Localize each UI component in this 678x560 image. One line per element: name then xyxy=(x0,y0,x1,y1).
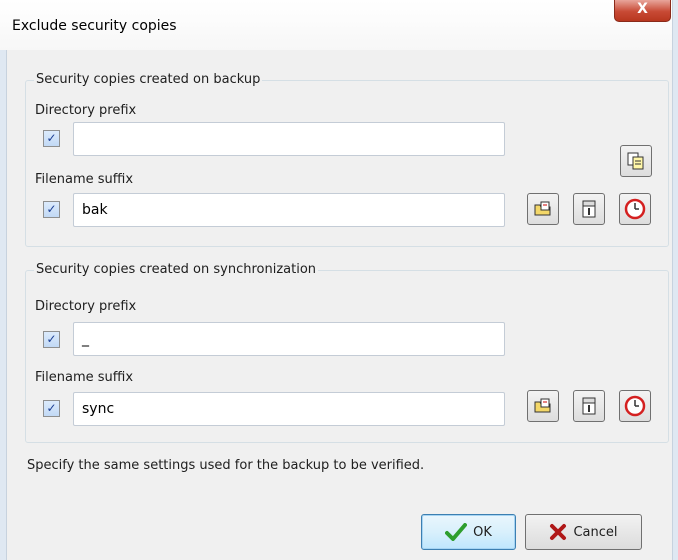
backup-calendar-button[interactable] xyxy=(573,193,605,225)
sync-group-title: Security copies created on synchronizati… xyxy=(34,262,319,277)
backup-suffix-input[interactable]: bak xyxy=(73,193,505,227)
ok-button[interactable]: OK xyxy=(421,514,516,550)
ok-label: OK xyxy=(473,524,492,540)
folder-date-icon xyxy=(534,201,551,216)
backup-clock-button[interactable] xyxy=(619,193,651,225)
clock-icon xyxy=(624,198,646,220)
sync-dir-prefix-input[interactable]: _ xyxy=(73,322,505,356)
copy-icon xyxy=(627,152,644,170)
calendar-icon xyxy=(582,200,596,218)
cancel-label: Cancel xyxy=(573,524,618,540)
window-right-border xyxy=(672,0,678,560)
backup-suffix-checkbox[interactable]: ✓ xyxy=(43,201,60,218)
folder-date-icon xyxy=(534,398,551,413)
sync-suffix-input[interactable]: sync xyxy=(73,392,505,426)
sync-clock-button[interactable] xyxy=(619,390,651,422)
copy-settings-button[interactable] xyxy=(620,145,652,177)
backup-dir-prefix-checkbox[interactable]: ✓ xyxy=(43,130,60,147)
title-bar: Exclude security copies X xyxy=(0,0,678,50)
window-left-border xyxy=(0,50,7,560)
backup-folder-date-button[interactable] xyxy=(527,193,559,225)
close-icon: X xyxy=(637,1,648,17)
cancel-button[interactable]: Cancel xyxy=(525,514,642,550)
close-button[interactable]: X xyxy=(614,0,671,22)
clock-icon xyxy=(624,395,646,417)
checkmark-icon xyxy=(445,523,468,541)
backup-dir-prefix-label: Directory prefix xyxy=(35,103,137,118)
sync-suffix-checkbox[interactable]: ✓ xyxy=(43,400,60,417)
window-title: Exclude security copies xyxy=(12,18,177,34)
backup-group-title: Security copies created on backup xyxy=(34,72,263,87)
cancel-x-icon xyxy=(550,524,567,540)
backup-dir-prefix-input[interactable] xyxy=(73,122,505,156)
backup-suffix-label: Filename suffix xyxy=(35,172,134,187)
calendar-icon xyxy=(582,397,596,415)
hint-text: Specify the same settings used for the b… xyxy=(27,458,425,473)
sync-dir-prefix-checkbox[interactable]: ✓ xyxy=(43,331,60,348)
sync-dir-prefix-label: Directory prefix xyxy=(35,299,137,314)
sync-suffix-label: Filename suffix xyxy=(35,370,134,385)
sync-folder-date-button[interactable] xyxy=(527,390,559,422)
sync-calendar-button[interactable] xyxy=(573,390,605,422)
